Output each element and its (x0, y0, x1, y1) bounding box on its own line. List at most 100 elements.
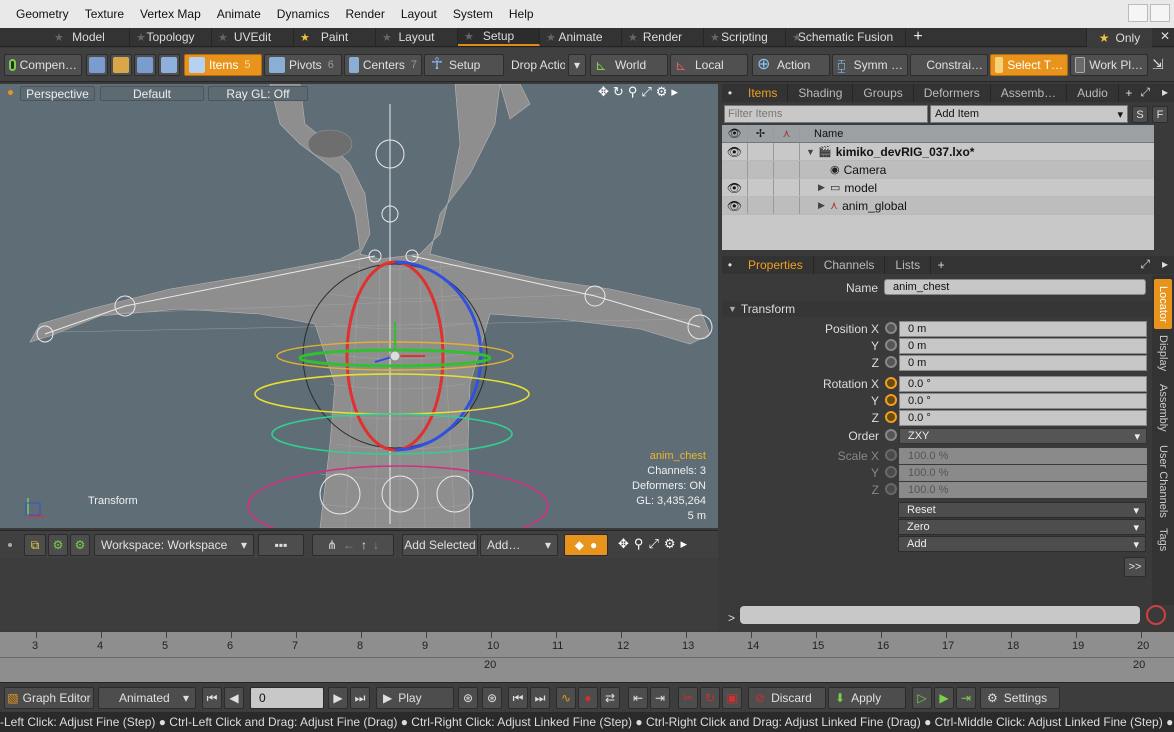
action-center-button[interactable]: ⊕ Action (752, 54, 830, 76)
prev-key-frame-icon[interactable]: ⇤ (628, 687, 648, 709)
position-y-key-icon[interactable] (885, 339, 897, 351)
discard-button[interactable]: ⊘ Discard (748, 687, 826, 709)
schematic-tool-3[interactable]: ⚙ (70, 534, 90, 556)
add-item-dropdown[interactable]: Add Item ▾ (930, 105, 1128, 123)
zoom-view-icon[interactable]: ⚲ (634, 536, 644, 552)
star-icon[interactable]: ★ (710, 31, 720, 44)
lock-cell[interactable] (748, 161, 774, 178)
move-view-icon[interactable]: ✥ (598, 84, 609, 100)
item-row[interactable]: 👁 ▶ ▭ model (722, 179, 1154, 197)
animated-dropdown[interactable]: Animated ▾ (98, 687, 196, 709)
rotation-y-field[interactable]: 0.0 ° (899, 393, 1147, 409)
expand-right-icon[interactable]: ▶ (818, 182, 830, 193)
add-layout-icon[interactable]: + (906, 28, 930, 46)
next-key-frame-icon[interactable]: ⇥ (650, 687, 670, 709)
perspective-dropdown[interactable]: Perspective (20, 86, 95, 101)
layout-tab-model[interactable]: ★ Model (48, 28, 130, 46)
items-mode-button[interactable]: Items 5 (184, 54, 262, 76)
star-icon[interactable]: ★ (792, 31, 802, 44)
star-icon[interactable]: ★ (464, 30, 474, 43)
menu-item-texture[interactable]: Texture (77, 7, 132, 21)
item-row[interactable]: ◉ Camera (722, 161, 1154, 179)
delete-key-icon[interactable]: ✂ (678, 687, 698, 709)
constraints-button[interactable]: Constrai… (910, 54, 988, 76)
scale-z-key-icon[interactable] (885, 483, 897, 495)
polygon-mode-button[interactable] (134, 54, 156, 76)
menu-item-vertex-map[interactable]: Vertex Map (132, 7, 209, 21)
position-z-key-icon[interactable] (885, 356, 897, 368)
shading-dropdown[interactable]: Default (100, 86, 204, 101)
rotation-z-key-icon[interactable] (885, 411, 897, 423)
select-through-button[interactable]: Select T… (990, 54, 1068, 76)
chevron-right-icon[interactable]: ▸ (1162, 257, 1168, 271)
layout-tab-render[interactable]: ★ Render (622, 28, 704, 46)
workspace-dropdown[interactable]: Workspace: Workspace ▾ (94, 534, 254, 556)
play-button[interactable]: ▶ Play (376, 687, 454, 709)
rotation-x-field[interactable]: 0.0 ° (899, 376, 1147, 392)
axis-cell[interactable] (774, 179, 800, 196)
star-icon[interactable]: ★ (54, 31, 64, 44)
order-dropdown[interactable]: ZXY ▾ (899, 428, 1147, 444)
menu-item-animate[interactable]: Animate (209, 7, 269, 21)
item-row[interactable]: 👁 ▼ 🎬 kimiko_devRIG_037.lxo* (722, 143, 1154, 161)
name-input[interactable]: anim_chest (884, 279, 1146, 295)
position-z-field[interactable]: 0 m (899, 355, 1147, 371)
loop-icon[interactable]: ⇥ (956, 687, 976, 709)
chevron-right-icon[interactable]: ▸ (681, 536, 688, 552)
grid-view-button[interactable]: ▪▪▪ (258, 534, 304, 556)
lock-cell[interactable] (748, 179, 774, 196)
filter-items-input[interactable] (724, 105, 928, 123)
add-tab-icon[interactable]: + (931, 256, 951, 274)
arrow-left-icon[interactable]: ← (343, 538, 355, 552)
symmetry-button[interactable]: ⧮ Symm … (832, 54, 908, 76)
add-selected-button[interactable]: Add Selected (402, 534, 478, 556)
zero-dropdown[interactable]: Zero ▾ (898, 519, 1146, 535)
setup-button[interactable]: ☥ Setup (424, 54, 504, 76)
add-node-dropdown[interactable]: Add… ▾ (480, 534, 558, 556)
tree-icon[interactable]: ⋔ (327, 538, 337, 552)
arrow-down-icon[interactable]: ↓ (373, 538, 379, 552)
pivots-mode-button[interactable]: Pivots 6 (264, 54, 342, 76)
expand-icon[interactable]: ⇲ (1152, 56, 1170, 74)
layout-tab-animate[interactable]: ★ Animate (540, 28, 622, 46)
gear-icon[interactable]: ⚙ (664, 536, 676, 552)
scale-y-key-icon[interactable] (885, 466, 897, 478)
play-green-icon[interactable]: ▶ (934, 687, 954, 709)
f-button[interactable]: F (1152, 106, 1168, 123)
auto-key-icon[interactable]: ⊛ (458, 687, 478, 709)
rotation-x-key-icon[interactable] (885, 377, 897, 389)
arrow-up-icon[interactable]: ↑ (361, 538, 367, 552)
scale-y-field[interactable]: 100.0 % (899, 465, 1147, 481)
record-macro-icon[interactable] (1146, 605, 1166, 625)
side-tab-assembly[interactable]: Assembly (1154, 379, 1172, 437)
side-tab-user-channels[interactable]: User Channels (1154, 443, 1172, 519)
schematic-area[interactable] (0, 558, 718, 630)
world-button[interactable]: ⊾ World (590, 54, 668, 76)
panel-dot-icon[interactable]: • (722, 84, 738, 102)
eye-icon[interactable]: 👁 (722, 197, 748, 214)
order-key-icon[interactable] (885, 429, 897, 441)
3d-viewport[interactable]: anim_chest Channels: 3 Deformers: ON GL:… (0, 84, 718, 528)
items-tab-deformers[interactable]: Deformers (914, 84, 991, 102)
settings-button[interactable]: ⚙ Settings (980, 687, 1060, 709)
expand-down-icon[interactable]: ▼ (806, 147, 818, 157)
edge-mode-button[interactable] (110, 54, 132, 76)
axis-cell[interactable] (774, 161, 800, 178)
material-mode-button[interactable] (158, 54, 180, 76)
prev-key-icon[interactable]: ⏮ (508, 687, 528, 709)
position-x-field[interactable]: 0 m (899, 321, 1147, 337)
play-forward-icon[interactable]: ▷ (912, 687, 932, 709)
expand-right-icon[interactable]: ▶ (818, 200, 830, 211)
panel-dot-icon[interactable] (8, 543, 12, 547)
rotation-z-field[interactable]: 0.0 ° (899, 410, 1147, 426)
position-x-key-icon[interactable] (885, 322, 897, 334)
eye-icon[interactable]: 👁 (722, 179, 748, 196)
star-icon[interactable]: ★ (218, 31, 228, 44)
axis-cell[interactable] (774, 197, 800, 214)
move-view-icon[interactable]: ✥ (618, 536, 629, 552)
items-tab-assemb[interactable]: Assemb… (991, 84, 1068, 102)
menu-item-geometry[interactable]: Geometry (8, 7, 77, 21)
command-input[interactable] (740, 606, 1140, 624)
menu-item-layout[interactable]: Layout (393, 7, 445, 21)
maximize-view-icon[interactable]: ⤢ (641, 84, 651, 100)
